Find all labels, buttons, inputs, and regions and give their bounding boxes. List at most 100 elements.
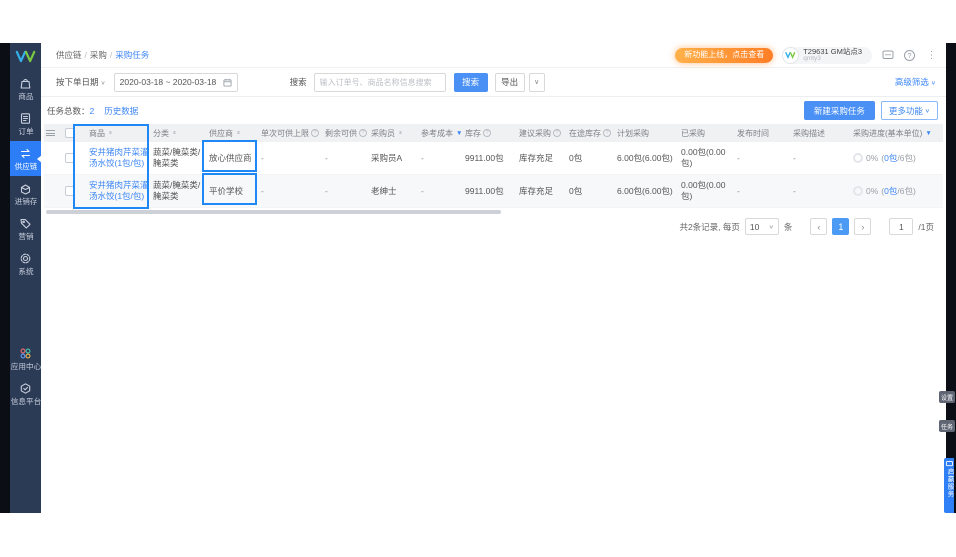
help-icon[interactable]: ? [903,49,916,62]
cell-in_transit: 0包 [569,152,583,163]
system-icon [19,252,32,265]
page-jump-input[interactable] [889,218,914,235]
history-data-link[interactable]: 历史数据 [104,105,138,117]
column-label: 发布时间 [737,128,769,138]
column-header-suggest: 建议采购? [517,124,567,142]
horizontal-scrollbar[interactable] [46,210,501,214]
progress-circle [853,153,863,163]
column-header-progress[interactable]: 采购进度(基本单位) ▼ [851,124,943,142]
sidebar-item-label: 应用中心 [10,362,41,371]
breadcrumb-purchase-task[interactable]: 采购任务 [115,50,149,60]
column-header-buyer[interactable]: 采购员 ▲ ▼ [369,124,419,142]
search-button[interactable]: 搜索 [453,72,488,92]
select-all-checkbox[interactable] [65,128,75,138]
cell-suggest: 库存充足 [519,185,554,196]
column-header-supplier[interactable]: 供应商 ▲ ▼ [207,124,259,142]
product-link[interactable]: 安井猪肉芹菜灌汤水饺(1包/包) [89,147,149,168]
app-center-icon [19,347,32,360]
cell-supplier: 平价学校 [209,185,244,196]
table-row: 安井猪肉芹菜灌汤水饺(1包/包) 蔬菜/腌菜类/腌菜类 放心供应商 - - 采购员A -99… [44,142,943,175]
product-link[interactable]: 安井猪肉芹菜灌汤水饺(1包/包) [89,180,149,201]
column-header-product[interactable]: 商品 ▲ ▼ [87,124,151,142]
page-1-button[interactable]: 1 [832,218,850,235]
task-total: 任务总数：2 [47,105,95,116]
chevron-down-icon: ∨ [924,108,930,114]
column-header-purchased: 已采购 [679,124,735,142]
cell-planned: 6.00包(6.00包) [617,152,673,163]
column-header-remain_supply: 剩余可供? [323,124,369,142]
column-header-menu[interactable] [44,124,63,142]
filter-icon[interactable]: ▼ [456,130,462,137]
cell-supplier: 放心供应商 [209,152,252,163]
settings-float-button[interactable]: 设置 [939,391,955,403]
more-menu-icon[interactable]: ⋮ [925,49,938,62]
column-label: 采购员 [371,128,395,138]
service-side-tab[interactable]: 启赢服务 [944,458,954,513]
prev-page-button[interactable]: ‹ [810,218,828,235]
sidebar-item-label: 商品 [17,92,34,101]
table-toolbar: 任务总数：2 历史数据 新建采购任务 更多功能 ∨ [41,97,946,124]
sidebar-item-goods[interactable]: 商品 [10,71,41,106]
sidebar-item-marketing[interactable]: 营销 [10,211,41,246]
column-label: 采购描述 [793,128,825,138]
sidebar-item-inventory[interactable]: 进销存 [10,176,41,211]
advanced-filter-link[interactable]: 高级筛选 ∨ [895,76,936,88]
left-letterbox-bar [0,43,10,513]
column-header-check[interactable] [63,124,87,142]
column-label: 建议采购 [519,128,551,138]
row-checkbox[interactable] [65,186,75,196]
breadcrumb-supply-chain[interactable]: 供应链 [56,50,82,60]
new-feature-notice-button[interactable]: 新功能上线，点击查看 [675,47,774,63]
main-content: 供应链 / 采购 / 采购任务 新功能上线，点击查看 T29631 GM站点3 qmty… [41,43,946,513]
more-functions-button[interactable]: 更多功能 ∨ [880,101,938,120]
cell-desc: - [793,185,796,196]
info-icon[interactable]: ? [553,129,561,137]
next-page-button[interactable]: › [854,218,872,235]
user-name: T29631 GM站点3 [803,46,862,56]
breadcrumb-purchase[interactable]: 采购 [90,50,107,60]
column-header-category[interactable]: 分类 ▲ ▼ [151,124,207,142]
info-icon[interactable]: ? [603,129,611,137]
column-label: 参考成本 [421,128,453,138]
page-size-select[interactable]: 10 ∨ [744,218,779,235]
orders-icon [19,112,32,125]
info-icon[interactable]: ? [359,129,367,137]
expand-rows-icon[interactable] [46,130,55,136]
sidebar-item-supply-chain[interactable]: 供应链 [10,141,42,176]
info-icon[interactable]: ? [483,129,491,137]
cell-in_transit: 0包 [569,185,583,196]
export-button[interactable]: 导出 [494,72,525,92]
chevron-down-icon: ∨ [768,224,774,230]
cell-category: 蔬菜/腌菜类/腌菜类 [153,180,201,201]
pagination-unit: 条 [783,221,793,232]
cell-check [63,142,87,174]
message-icon[interactable] [881,49,894,62]
user-account-chip[interactable]: T29631 GM站点3 qmty3 [782,46,872,64]
purchase-task-table: 商品 ▲ ▼ 分类 ▲ ▼ 供应商 ▲ ▼ 单次可供上限? 剩余可供? 采购员 ▲ ▼ 参考成本 ▼ 库存? 建议… [44,124,943,214]
cell-progress: 0% (0包/6包) [851,175,943,207]
sidebar-item-info-platform[interactable]: 信息平台 [10,376,41,411]
tasks-float-button[interactable]: 任务 [939,420,955,432]
cell-menu [44,175,63,207]
inventory-icon [19,182,32,195]
sidebar-item-label: 信息平台 [10,397,41,406]
column-header-ref_cost[interactable]: 参考成本 ▼ [419,124,463,142]
search-input[interactable] [313,72,446,92]
column-header-desc: 采购描述 [791,124,851,142]
export-dropdown-button[interactable]: ∨ [528,72,545,92]
sidebar-item-orders[interactable]: 订单 [10,106,41,141]
date-type-dropdown[interactable]: 按下单日期 ∨ [56,76,106,88]
progress-detail: (0包/6包) [881,185,916,196]
task-total-count: 2 [89,105,95,116]
cell-buyer: 采购员A [371,152,403,163]
create-purchase-task-button[interactable]: 新建采购任务 [803,101,875,120]
sidebar-item-app-center[interactable]: 应用中心 [10,341,41,376]
row-checkbox[interactable] [65,153,75,163]
filter-icon[interactable]: ▼ [925,130,931,137]
info-icon[interactable]: ? [311,129,319,137]
date-range-picker[interactable]: 2020-03-18 ~ 2020-03-18 [113,72,238,92]
marketing-icon [19,217,32,230]
sidebar-item-system[interactable]: 系统 [10,246,41,281]
cell-max_supply: - [261,152,264,163]
pagination-total-text: 共2条记录, 每页 [679,221,740,232]
